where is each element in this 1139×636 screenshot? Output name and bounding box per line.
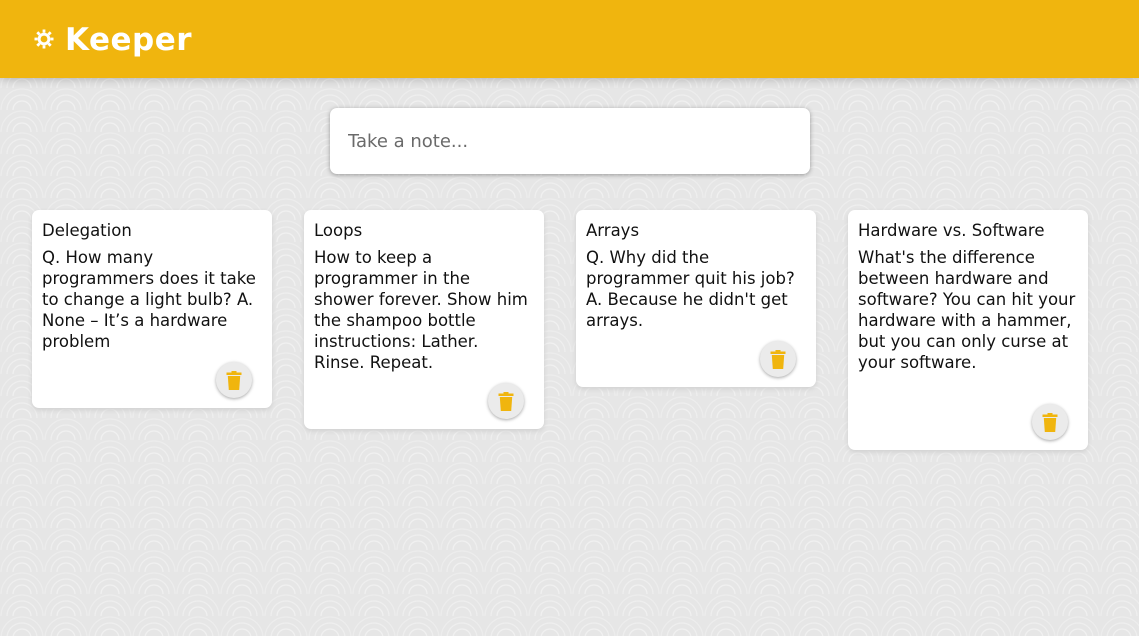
note-card: Hardware vs. Software What's the differe…	[848, 210, 1088, 450]
app-title: Keeper	[65, 22, 193, 58]
note-title: Loops	[314, 221, 363, 240]
note-input[interactable]	[348, 124, 792, 158]
delete-note-button[interactable]	[1032, 404, 1068, 440]
trash-icon	[770, 349, 786, 369]
note-content: Q. How many programmers does it take to …	[42, 248, 256, 351]
note-content: Q. Why did the programmer quit his job? …	[586, 248, 795, 330]
note-title: Arrays	[586, 221, 640, 240]
note-content: How to keep a programmer in the shower f…	[314, 248, 528, 372]
trash-icon	[1042, 412, 1058, 432]
delete-note-button[interactable]	[760, 341, 796, 377]
sun-icon	[34, 29, 54, 49]
app-header: Keeper	[0, 0, 1139, 78]
create-note-area	[330, 108, 810, 174]
note-content: What's the difference between hardware a…	[858, 248, 1076, 372]
note-card: Loops How to keep a programmer in the sh…	[304, 210, 544, 429]
trash-icon	[226, 370, 242, 390]
note-title: Delegation	[42, 221, 132, 240]
delete-note-button[interactable]	[488, 383, 524, 419]
delete-note-button[interactable]	[216, 362, 252, 398]
note-title: Hardware vs. Software	[858, 221, 1045, 240]
trash-icon	[498, 391, 514, 411]
note-card: Arrays Q. Why did the programmer quit hi…	[576, 210, 816, 387]
note-card: Delegation Q. How many programmers does …	[32, 210, 272, 408]
